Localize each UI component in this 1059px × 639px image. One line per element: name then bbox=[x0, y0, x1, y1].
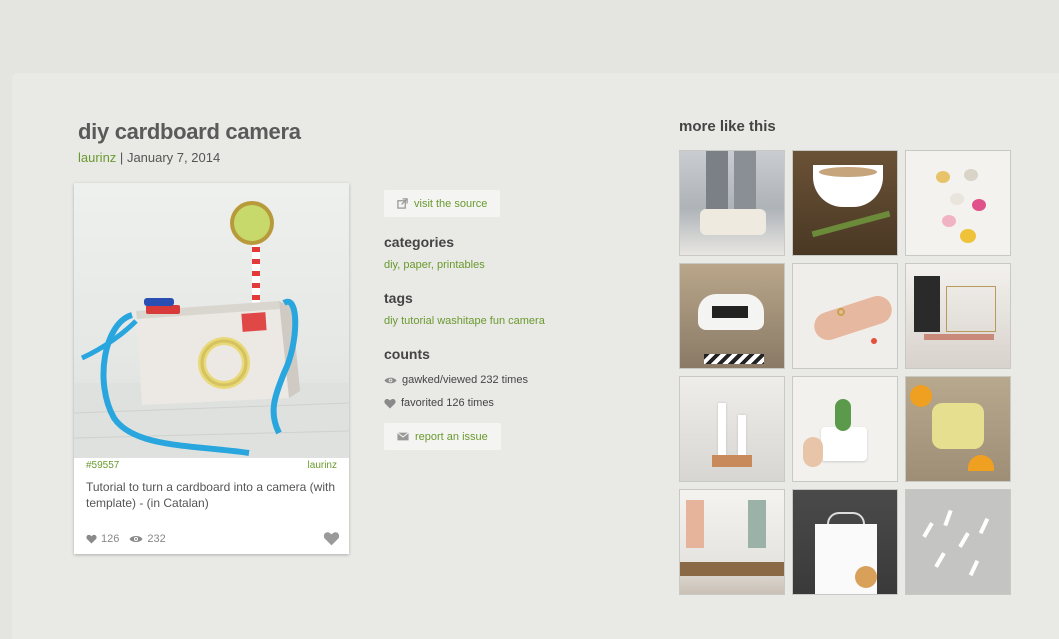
report-issue-button[interactable]: report an issue bbox=[384, 423, 501, 450]
thumb-eames-chair[interactable] bbox=[679, 263, 785, 369]
byline-separator: | bbox=[119, 150, 124, 165]
category-link-paper[interactable]: paper bbox=[403, 259, 431, 271]
categories-list: diy, paper, printables bbox=[384, 259, 485, 271]
favorite-heart-icon[interactable] bbox=[323, 531, 340, 546]
category-link-printables[interactable]: printables bbox=[437, 259, 485, 271]
thumb-clay-feathers[interactable] bbox=[905, 489, 1011, 595]
author-link[interactable]: laurinz bbox=[78, 150, 116, 165]
thumb-cactus-pot[interactable] bbox=[792, 376, 898, 482]
eye-icon bbox=[384, 377, 397, 383]
categories-heading: categories bbox=[384, 234, 455, 250]
post-card: #59557 laurinz Tutorial to turn a cardbo… bbox=[74, 183, 349, 554]
tags-heading: tags bbox=[384, 290, 413, 306]
thumb-tea-cup[interactable] bbox=[792, 150, 898, 256]
thumb-tshirt-hanger[interactable] bbox=[792, 489, 898, 595]
eye-icon bbox=[129, 536, 143, 542]
viewed-text: gawked/viewed 232 times bbox=[402, 374, 528, 386]
card-meta: #59557 laurinz bbox=[86, 460, 337, 471]
counts-heading: counts bbox=[384, 346, 430, 362]
more-like-this-heading: more like this bbox=[679, 118, 776, 135]
thumb-dining-room[interactable] bbox=[679, 489, 785, 595]
thumb-cozy-socks[interactable] bbox=[679, 150, 785, 256]
visit-source-label: visit the source bbox=[414, 197, 488, 210]
report-issue-label: report an issue bbox=[415, 430, 488, 443]
viewed-count-row: gawked/viewed 232 times bbox=[384, 374, 528, 386]
thumb-clay-hearts[interactable] bbox=[905, 150, 1011, 256]
external-link-icon bbox=[397, 198, 408, 209]
heart-icon bbox=[86, 534, 97, 544]
favorited-text: favorited 126 times bbox=[401, 397, 494, 409]
visit-source-button[interactable]: visit the source bbox=[384, 190, 501, 217]
card-author-link[interactable]: laurinz bbox=[308, 460, 337, 471]
post-date: January 7, 2014 bbox=[126, 150, 221, 165]
thumb-vanity-jewelry[interactable] bbox=[905, 263, 1011, 369]
thumb-herb-butter[interactable] bbox=[905, 376, 1011, 482]
thumb-gold-ring[interactable] bbox=[792, 263, 898, 369]
page-title: diy cardboard camera bbox=[78, 119, 301, 144]
view-count: 232 bbox=[147, 533, 166, 545]
post-id-link[interactable]: #59557 bbox=[86, 460, 119, 471]
like-count: 126 bbox=[101, 533, 120, 545]
tags-list[interactable]: diy tutorial washitape fun camera bbox=[384, 315, 545, 327]
category-link-diy[interactable]: diy bbox=[384, 259, 397, 271]
thumb-candles[interactable] bbox=[679, 376, 785, 482]
camera-illustration bbox=[74, 201, 349, 458]
heart-icon bbox=[384, 398, 396, 408]
card-stats: 126 232 bbox=[86, 533, 172, 545]
related-grid bbox=[679, 150, 1011, 595]
post-description: Tutorial to turn a cardboard into a came… bbox=[86, 480, 336, 510]
envelope-icon bbox=[397, 432, 409, 441]
byline: laurinz | January 7, 2014 bbox=[78, 150, 220, 165]
favorited-count-row: favorited 126 times bbox=[384, 397, 494, 409]
post-image[interactable] bbox=[74, 183, 349, 458]
